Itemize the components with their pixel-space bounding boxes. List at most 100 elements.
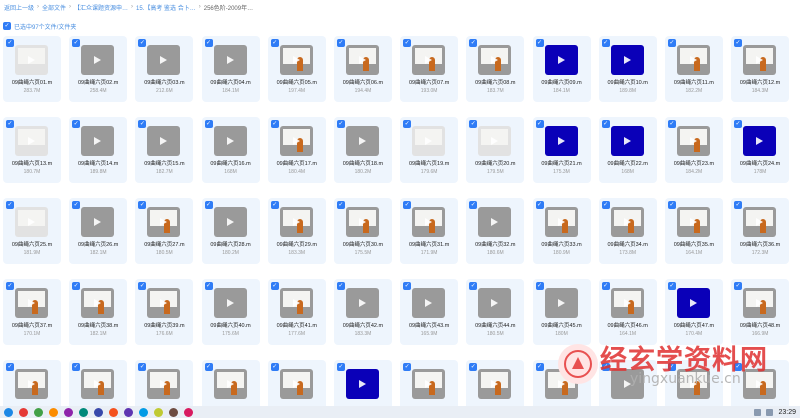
video-thumbnail[interactable] — [412, 369, 446, 399]
file-checkbox[interactable]: ✓ — [204, 120, 213, 128]
file-tile[interactable]: ✓ 09曲绳六页29.m 183.3M — [267, 198, 326, 264]
file-tile[interactable]: ✓ 09曲绳六页45.m 180M — [532, 279, 591, 345]
file-checkbox[interactable]: ✓ — [336, 120, 345, 128]
file-tile[interactable]: ✓ 09曲绳六页12.m 184.3M — [731, 36, 790, 102]
breadcrumb-item[interactable]: 全部文件 — [42, 3, 66, 12]
file-checkbox[interactable]: ✓ — [270, 363, 279, 371]
video-thumbnail[interactable] — [147, 288, 181, 318]
file-tile[interactable]: ✓ 09曲绳六页36.m 172.3M — [731, 198, 790, 264]
video-thumbnail[interactable] — [15, 126, 48, 156]
video-thumbnail[interactable] — [412, 45, 446, 75]
file-checkbox[interactable]: ✓ — [138, 282, 147, 290]
file-checkbox[interactable]: ✓ — [734, 201, 743, 209]
taskbar-app-icon[interactable] — [169, 407, 178, 417]
file-checkbox[interactable]: ✓ — [667, 120, 676, 128]
file-tile[interactable]: ✓ 09曲绳六页21.m 175.3M — [532, 117, 591, 183]
video-thumbnail[interactable] — [412, 288, 446, 318]
video-thumbnail[interactable] — [544, 288, 578, 318]
file-tile[interactable]: ✓ — [267, 360, 326, 406]
file-tile[interactable]: ✓ 09曲绳六页30.m 175.5M — [333, 198, 392, 264]
file-checkbox[interactable]: ✓ — [6, 120, 14, 128]
file-checkbox[interactable]: ✓ — [270, 201, 279, 209]
file-checkbox[interactable]: ✓ — [270, 120, 279, 128]
file-checkbox[interactable]: ✓ — [6, 201, 14, 209]
file-checkbox[interactable]: ✓ — [469, 201, 478, 209]
file-tile[interactable]: ✓ — [201, 360, 260, 406]
video-thumbnail[interactable] — [147, 45, 181, 75]
file-tile[interactable]: ✓ — [69, 360, 128, 406]
file-tile[interactable]: ✓ 09曲绳六页13.m 180.7M — [3, 117, 61, 183]
video-thumbnail[interactable] — [345, 45, 379, 75]
file-checkbox[interactable]: ✓ — [469, 282, 478, 290]
video-thumbnail[interactable] — [610, 126, 644, 156]
file-tile[interactable]: ✓ 09曲绳六页07.m 193.0M — [400, 36, 459, 102]
video-thumbnail[interactable] — [478, 369, 512, 399]
file-checkbox[interactable]: ✓ — [204, 39, 213, 47]
video-thumbnail[interactable] — [412, 207, 446, 237]
breadcrumb-item[interactable]: 返回上一级 — [4, 3, 34, 12]
video-thumbnail[interactable] — [478, 45, 512, 75]
file-checkbox[interactable]: ✓ — [601, 282, 610, 290]
file-checkbox[interactable]: ✓ — [72, 282, 81, 290]
file-checkbox[interactable]: ✓ — [469, 120, 478, 128]
file-checkbox[interactable]: ✓ — [734, 120, 743, 128]
file-tile[interactable]: ✓ 09曲绳六页42.m 183.3M — [333, 279, 392, 345]
video-thumbnail[interactable] — [279, 369, 313, 399]
file-tile[interactable]: ✓ 09曲绳六页27.m 180.5M — [135, 198, 194, 264]
file-tile[interactable]: ✓ 09曲绳六页17.m 180.4M — [267, 117, 326, 183]
file-checkbox[interactable]: ✓ — [72, 201, 81, 209]
file-tile[interactable]: ✓ 09曲绳六页10.m 189.8M — [598, 36, 657, 102]
video-thumbnail[interactable] — [213, 45, 247, 75]
select-all-checkbox[interactable]: ✓ — [3, 22, 11, 30]
video-thumbnail[interactable] — [345, 288, 379, 318]
taskbar-app-icon[interactable] — [34, 407, 43, 417]
video-thumbnail[interactable] — [15, 369, 48, 399]
file-tile[interactable]: ✓ 09曲绳六页01.m 283.7M — [3, 36, 61, 102]
file-checkbox[interactable]: ✓ — [535, 282, 544, 290]
taskbar-app-icon[interactable] — [19, 407, 28, 417]
video-thumbnail[interactable] — [676, 207, 710, 237]
taskbar-app-icon[interactable] — [4, 407, 13, 417]
file-checkbox[interactable]: ✓ — [601, 39, 610, 47]
video-thumbnail[interactable] — [676, 45, 710, 75]
file-checkbox[interactable]: ✓ — [336, 201, 345, 209]
video-thumbnail[interactable] — [345, 126, 379, 156]
file-tile[interactable]: ✓ — [466, 360, 525, 406]
video-thumbnail[interactable] — [213, 126, 247, 156]
video-thumbnail[interactable] — [81, 207, 115, 237]
taskbar-app-icon[interactable] — [64, 407, 73, 417]
video-thumbnail[interactable] — [15, 207, 48, 237]
video-thumbnail[interactable] — [279, 288, 313, 318]
file-tile[interactable]: ✓ 09曲绳六页18.m 180.2M — [333, 117, 392, 183]
taskbar-app-icon[interactable] — [79, 407, 88, 417]
file-tile[interactable]: ✓ 09曲绳六页03.m 212.6M — [135, 36, 194, 102]
file-checkbox[interactable]: ✓ — [6, 282, 14, 290]
file-checkbox[interactable]: ✓ — [138, 120, 147, 128]
video-thumbnail[interactable] — [544, 45, 578, 75]
file-checkbox[interactable]: ✓ — [204, 201, 213, 209]
file-checkbox[interactable]: ✓ — [72, 363, 81, 371]
select-all-row[interactable]: ✓ 已选中97个文件/文件夹 — [3, 20, 76, 32]
video-thumbnail[interactable] — [147, 207, 181, 237]
video-thumbnail[interactable] — [412, 126, 446, 156]
file-checkbox[interactable]: ✓ — [667, 282, 676, 290]
file-checkbox[interactable]: ✓ — [403, 201, 412, 209]
file-tile[interactable]: ✓ 09曲绳六页41.m 177.6M — [267, 279, 326, 345]
file-checkbox[interactable]: ✓ — [336, 363, 345, 371]
file-checkbox[interactable]: ✓ — [734, 282, 743, 290]
file-tile[interactable]: ✓ 09曲绳六页32.m 180.6M — [466, 198, 525, 264]
video-thumbnail[interactable] — [345, 369, 379, 399]
file-checkbox[interactable]: ✓ — [72, 39, 81, 47]
file-checkbox[interactable]: ✓ — [403, 120, 412, 128]
file-checkbox[interactable]: ✓ — [138, 39, 147, 47]
file-tile[interactable]: ✓ 09曲绳六页37.m 170.1M — [3, 279, 61, 345]
file-checkbox[interactable]: ✓ — [535, 363, 544, 371]
file-checkbox[interactable]: ✓ — [403, 363, 412, 371]
file-tile[interactable]: ✓ 09曲绳六页26.m 182.1M — [69, 198, 128, 264]
file-checkbox[interactable]: ✓ — [667, 39, 676, 47]
video-thumbnail[interactable] — [743, 45, 777, 75]
file-checkbox[interactable]: ✓ — [270, 282, 279, 290]
file-checkbox[interactable]: ✓ — [469, 39, 478, 47]
taskbar-app-icon[interactable] — [184, 407, 193, 417]
video-thumbnail[interactable] — [743, 207, 777, 237]
